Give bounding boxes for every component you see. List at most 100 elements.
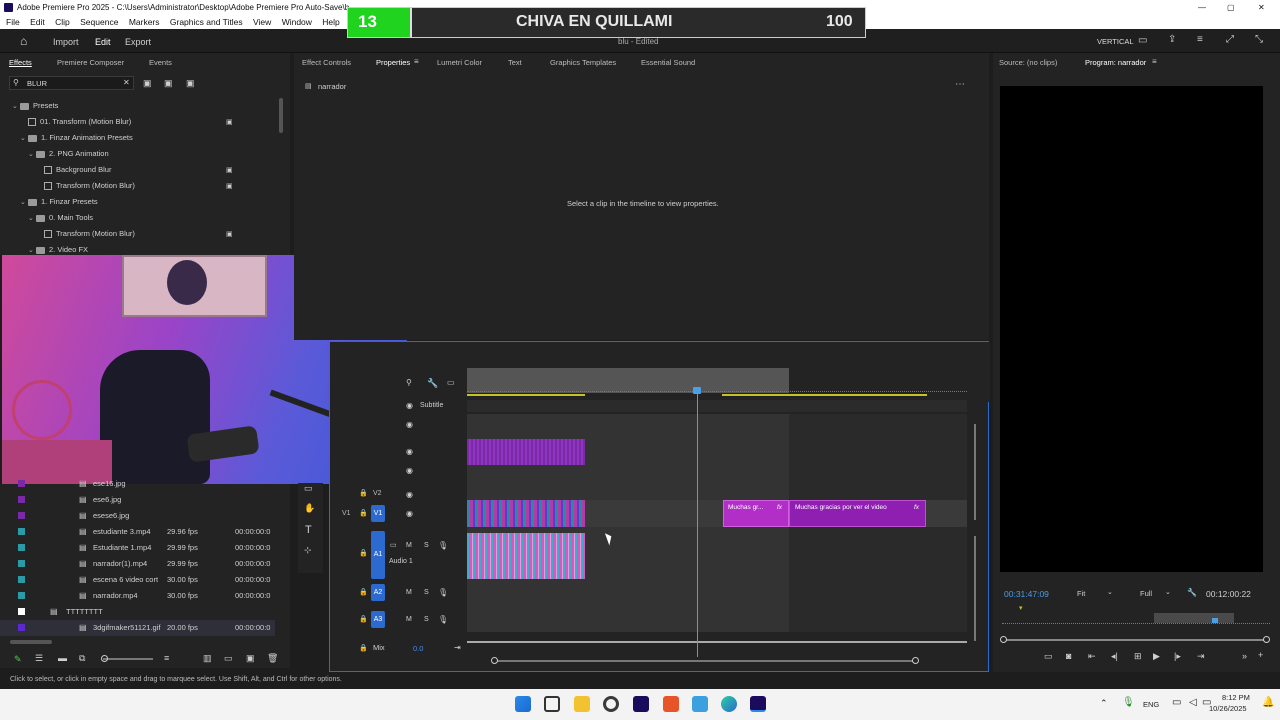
captions-icon[interactable]: ▭ bbox=[447, 378, 455, 387]
mic-icon-a2[interactable]: 🎙 bbox=[438, 588, 448, 597]
home-icon[interactable]: ⌂ bbox=[20, 34, 27, 48]
menu-view[interactable]: View bbox=[253, 17, 271, 27]
close-icon[interactable]: ✕ bbox=[1258, 0, 1265, 15]
chevron-down-icon[interactable]: ⌄ bbox=[12, 99, 20, 115]
maximize-icon[interactable]: ▢ bbox=[1227, 0, 1235, 15]
label-color-swatch[interactable] bbox=[18, 576, 25, 583]
properties-menu-icon[interactable]: ≡ bbox=[414, 57, 419, 66]
windows-start-icon[interactable] bbox=[515, 696, 531, 712]
solo-a1[interactable]: S bbox=[424, 542, 429, 549]
play-icon[interactable]: ▶ bbox=[1153, 651, 1160, 662]
solo-a2[interactable]: S bbox=[424, 589, 429, 596]
go-to-out-icon[interactable]: ⇥ bbox=[1197, 651, 1205, 662]
label-color-swatch[interactable] bbox=[18, 512, 25, 519]
panel-icon[interactable]: ▭ bbox=[1138, 35, 1147, 46]
go-to-in-icon[interactable]: ⇤ bbox=[1088, 651, 1096, 662]
search-input[interactable]: BLUR bbox=[27, 79, 47, 88]
minimize-icon[interactable]: — bbox=[1198, 0, 1206, 15]
label-color-swatch[interactable] bbox=[18, 544, 25, 551]
timeline-v-scroll-audio[interactable] bbox=[974, 536, 976, 641]
h-scroll-start[interactable] bbox=[491, 657, 498, 664]
layout-label[interactable]: VERTICAL bbox=[1097, 37, 1134, 46]
selection-box-icon[interactable]: ▭ bbox=[304, 483, 313, 494]
program-zoom-bar[interactable] bbox=[1000, 636, 1270, 643]
32bit-effects-icon[interactable]: ▣ bbox=[164, 78, 173, 89]
track-v1-target[interactable]: V1 bbox=[342, 510, 351, 517]
chevron-down-icon[interactable]: ⌄ bbox=[20, 195, 28, 211]
label-color-swatch[interactable] bbox=[18, 624, 25, 631]
menu-help[interactable]: Help bbox=[322, 17, 339, 27]
premiere-taskbar-icon[interactable] bbox=[633, 696, 649, 712]
program-playhead[interactable] bbox=[1212, 618, 1218, 623]
clock-date[interactable]: 10/26/2025 bbox=[1209, 704, 1247, 713]
project-list-item[interactable]: ▤ narrador.mp4 30.00 fps 00:00:00:0 bbox=[0, 588, 275, 604]
sort-icon[interactable]: ≡ bbox=[164, 653, 169, 663]
project-list-item[interactable]: ▤ esese6.jpg bbox=[0, 508, 275, 524]
tray-chevron-icon[interactable]: ⌃ bbox=[1100, 698, 1108, 709]
tab-premiere-composer[interactable]: Premiere Composer bbox=[57, 58, 124, 67]
mic-icon-a1[interactable]: 🎙 bbox=[438, 541, 448, 550]
freeform-view-icon[interactable]: ⧉ bbox=[79, 653, 85, 664]
mute-a1[interactable]: M bbox=[406, 542, 412, 549]
eye-icon-v3b[interactable]: ◉ bbox=[406, 466, 413, 475]
pencil-icon[interactable]: ✎ bbox=[14, 654, 22, 665]
add-button-icon[interactable]: + bbox=[1258, 650, 1263, 660]
export-tab[interactable]: Export bbox=[125, 37, 151, 47]
tab-effects[interactable]: Effects bbox=[9, 58, 32, 67]
zoom-slider[interactable] bbox=[101, 655, 153, 662]
linked-selection-icon[interactable]: ⚲ bbox=[406, 378, 412, 387]
fit-chevron-icon[interactable]: ⌄ bbox=[1107, 588, 1113, 596]
timeline-v-scroll-video[interactable] bbox=[974, 424, 976, 520]
clock-time[interactable]: 8:12 PM bbox=[1222, 693, 1250, 702]
step-forward-icon[interactable]: |▸ bbox=[1174, 651, 1181, 662]
effects-search[interactable]: ⚲ BLUR ✕ bbox=[9, 76, 134, 90]
project-list-item[interactable]: ▤ TTTTTTTT bbox=[0, 604, 275, 620]
eye-icon-v1[interactable]: ◉ bbox=[406, 509, 413, 518]
clear-search-icon[interactable]: ✕ bbox=[123, 78, 130, 87]
menu-edit[interactable]: Edit bbox=[30, 17, 45, 27]
menu-sequence[interactable]: Sequence bbox=[80, 17, 118, 27]
tab-graphics-templates[interactable]: Graphics Templates bbox=[550, 58, 616, 67]
track-a1[interactable]: A1 bbox=[371, 531, 385, 579]
a1-audio-clip[interactable] bbox=[467, 533, 585, 579]
mute-a3[interactable]: M bbox=[406, 616, 412, 623]
hand-tool-icon[interactable]: ✋ bbox=[304, 503, 315, 514]
playhead[interactable] bbox=[697, 387, 698, 657]
eye-icon-v4[interactable]: ◉ bbox=[406, 420, 413, 429]
lock-icon-a2[interactable]: 🔒 bbox=[359, 588, 368, 596]
v1-clip-main[interactable] bbox=[467, 500, 585, 527]
automate-icon[interactable]: ▥ bbox=[203, 653, 212, 664]
sync-icon-a1[interactable]: ▭ bbox=[390, 541, 397, 549]
menu-file[interactable]: File bbox=[6, 17, 20, 27]
gesture-icon[interactable]: ⊹ bbox=[304, 545, 312, 556]
tab-events[interactable]: Events bbox=[149, 58, 172, 67]
playhead-handle[interactable] bbox=[693, 387, 701, 394]
tab-source[interactable]: Source: (no clips) bbox=[999, 58, 1057, 67]
tab-effect-controls[interactable]: Effect Controls bbox=[302, 58, 351, 67]
chevron-down-icon[interactable]: ⌄ bbox=[28, 211, 36, 227]
effects-tree-item[interactable]: ⌄ 0. Main Tools bbox=[28, 210, 93, 226]
icon-view-icon[interactable]: ▬ bbox=[58, 653, 67, 663]
eye-icon-v3[interactable]: ◉ bbox=[406, 447, 413, 456]
brave-icon[interactable] bbox=[663, 696, 679, 712]
label-color-swatch[interactable] bbox=[18, 592, 25, 599]
mix-end-icon[interactable]: ⇥ bbox=[454, 643, 461, 652]
menu-window[interactable]: Window bbox=[282, 17, 312, 27]
menu-markers[interactable]: Markers bbox=[129, 17, 160, 27]
more-options-icon[interactable]: ⋯ bbox=[955, 79, 965, 90]
effects-tree-item[interactable]: ⌄ 1. Finzar Presets bbox=[20, 194, 98, 210]
solo-a3[interactable]: S bbox=[424, 616, 429, 623]
project-list-item[interactable]: ▤ estudiante 3.mp4 29.96 fps 00:00:00:0 bbox=[0, 524, 275, 540]
label-color-swatch[interactable] bbox=[18, 496, 25, 503]
effects-tree-item[interactable]: ⌄ 1. Finzar Animation Presets bbox=[20, 130, 133, 146]
v1-clip-muchas-short[interactable]: Muchas gr... fx bbox=[723, 500, 789, 527]
tray-mic-icon[interactable]: 🎙 bbox=[1122, 697, 1135, 708]
menu-lines-icon[interactable]: ≡ bbox=[1197, 34, 1203, 45]
mix-value[interactable]: 0.0 bbox=[413, 644, 423, 653]
timeline-h-scrollbar[interactable] bbox=[491, 657, 919, 664]
effects-tree-item[interactable]: 01. Transform (Motion Blur) bbox=[20, 114, 131, 130]
menu-clip[interactable]: Clip bbox=[55, 17, 70, 27]
label-color-swatch[interactable] bbox=[18, 480, 25, 487]
lock-icon-v2[interactable]: 🔒 bbox=[359, 489, 368, 497]
new-bin-icon[interactable]: ▭ bbox=[224, 653, 233, 664]
